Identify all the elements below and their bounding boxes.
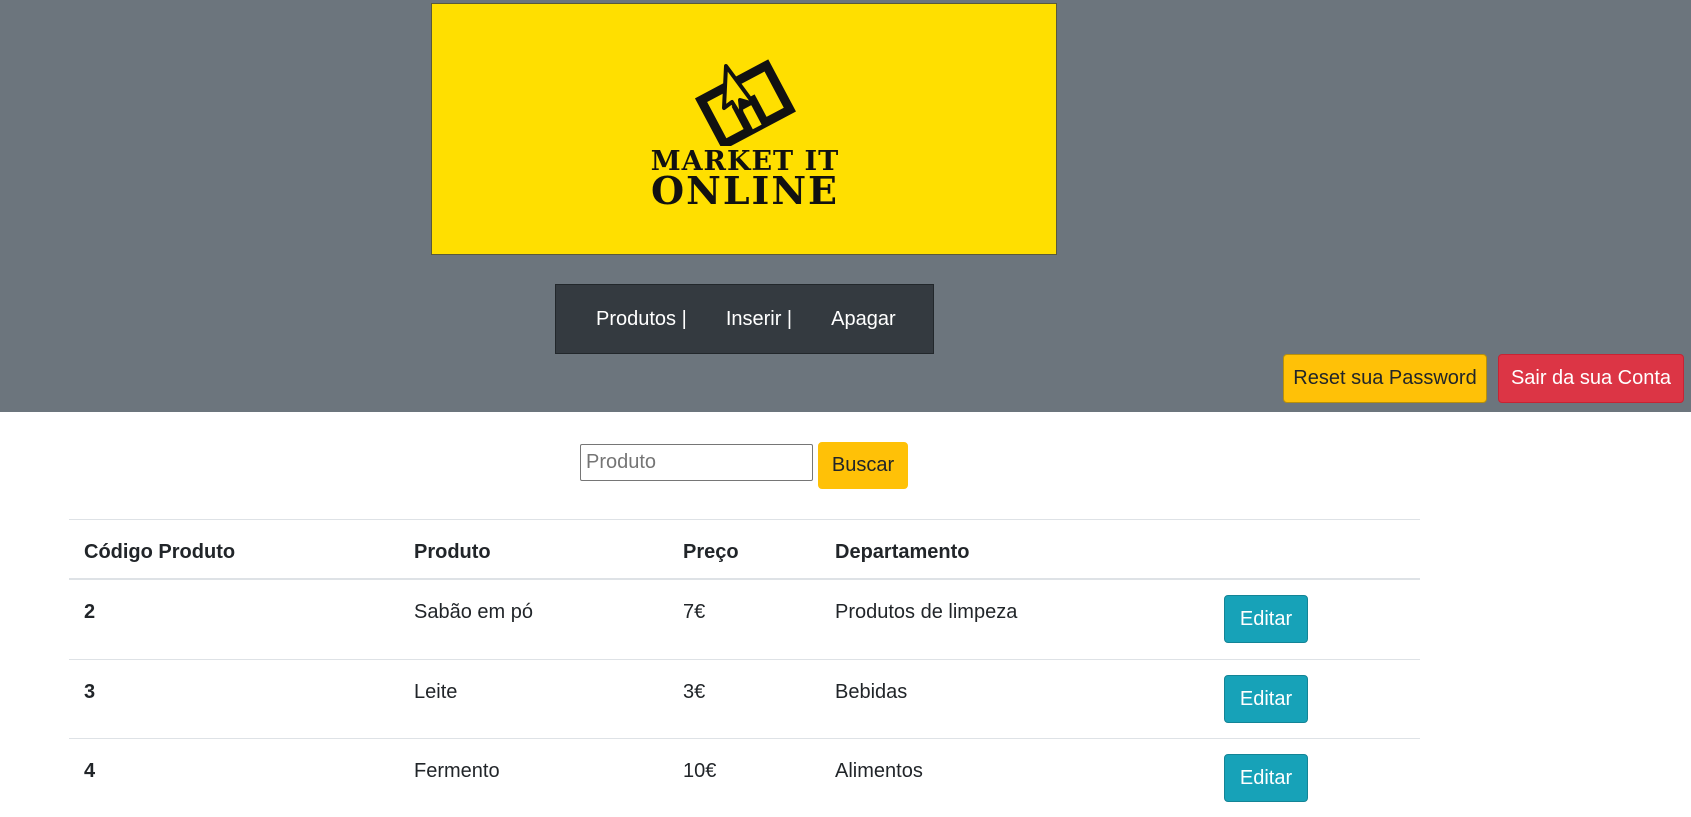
column-header-product: Produto bbox=[414, 541, 491, 563]
cell-department: Produtos de limpeza bbox=[835, 601, 1018, 623]
edit-button[interactable]: Editar bbox=[1224, 675, 1308, 723]
page-header: MARKET IT ONLINE Produtos | Inserir | Ap… bbox=[0, 0, 1691, 412]
cell-product: Sabão em pó bbox=[414, 601, 533, 623]
column-header-price: Preço bbox=[683, 541, 739, 563]
table-header-row: Código Produto Produto Preço Departament… bbox=[69, 519, 1420, 580]
cell-code: 2 bbox=[84, 601, 96, 623]
logo-text-line2: ONLINE bbox=[650, 168, 840, 213]
cell-product: Fermento bbox=[414, 760, 500, 782]
cell-price: 3€ bbox=[683, 681, 706, 703]
table-row: 3 Leite 3€ Bebidas Editar bbox=[69, 659, 1420, 738]
edit-button[interactable]: Editar bbox=[1224, 595, 1308, 643]
edit-button[interactable]: Editar bbox=[1224, 754, 1308, 802]
column-header-code: Código Produto bbox=[84, 541, 236, 563]
table-row: 2 Sabão em pó 7€ Produtos de limpeza Edi… bbox=[69, 580, 1420, 659]
cell-product: Leite bbox=[414, 681, 458, 703]
cell-code: 4 bbox=[84, 760, 96, 782]
nav-item-inserir[interactable]: Inserir | bbox=[726, 308, 792, 331]
main-nav: Produtos | Inserir | Apagar bbox=[555, 284, 934, 354]
logo-house-arrow-icon bbox=[694, 59, 796, 146]
market-it-online-logo: MARKET IT ONLINE bbox=[431, 3, 1057, 255]
products-table: Código Produto Produto Preço Departament… bbox=[69, 519, 1420, 817]
search-button[interactable]: Buscar bbox=[818, 442, 908, 489]
cell-price: 10€ bbox=[683, 760, 717, 782]
cell-price: 7€ bbox=[683, 601, 706, 623]
logout-button[interactable]: Sair da sua Conta bbox=[1498, 354, 1684, 403]
reset-password-button[interactable]: Reset sua Password bbox=[1283, 354, 1487, 403]
nav-item-produtos[interactable]: Produtos | bbox=[596, 308, 687, 331]
search-input[interactable] bbox=[580, 444, 813, 481]
nav-item-apagar[interactable]: Apagar bbox=[831, 308, 896, 331]
cell-department: Bebidas bbox=[835, 681, 908, 703]
cell-department: Alimentos bbox=[835, 760, 923, 782]
cell-code: 3 bbox=[84, 681, 96, 703]
column-header-department: Departamento bbox=[835, 541, 970, 563]
table-row: 4 Fermento 10€ Alimentos Editar bbox=[69, 738, 1420, 817]
